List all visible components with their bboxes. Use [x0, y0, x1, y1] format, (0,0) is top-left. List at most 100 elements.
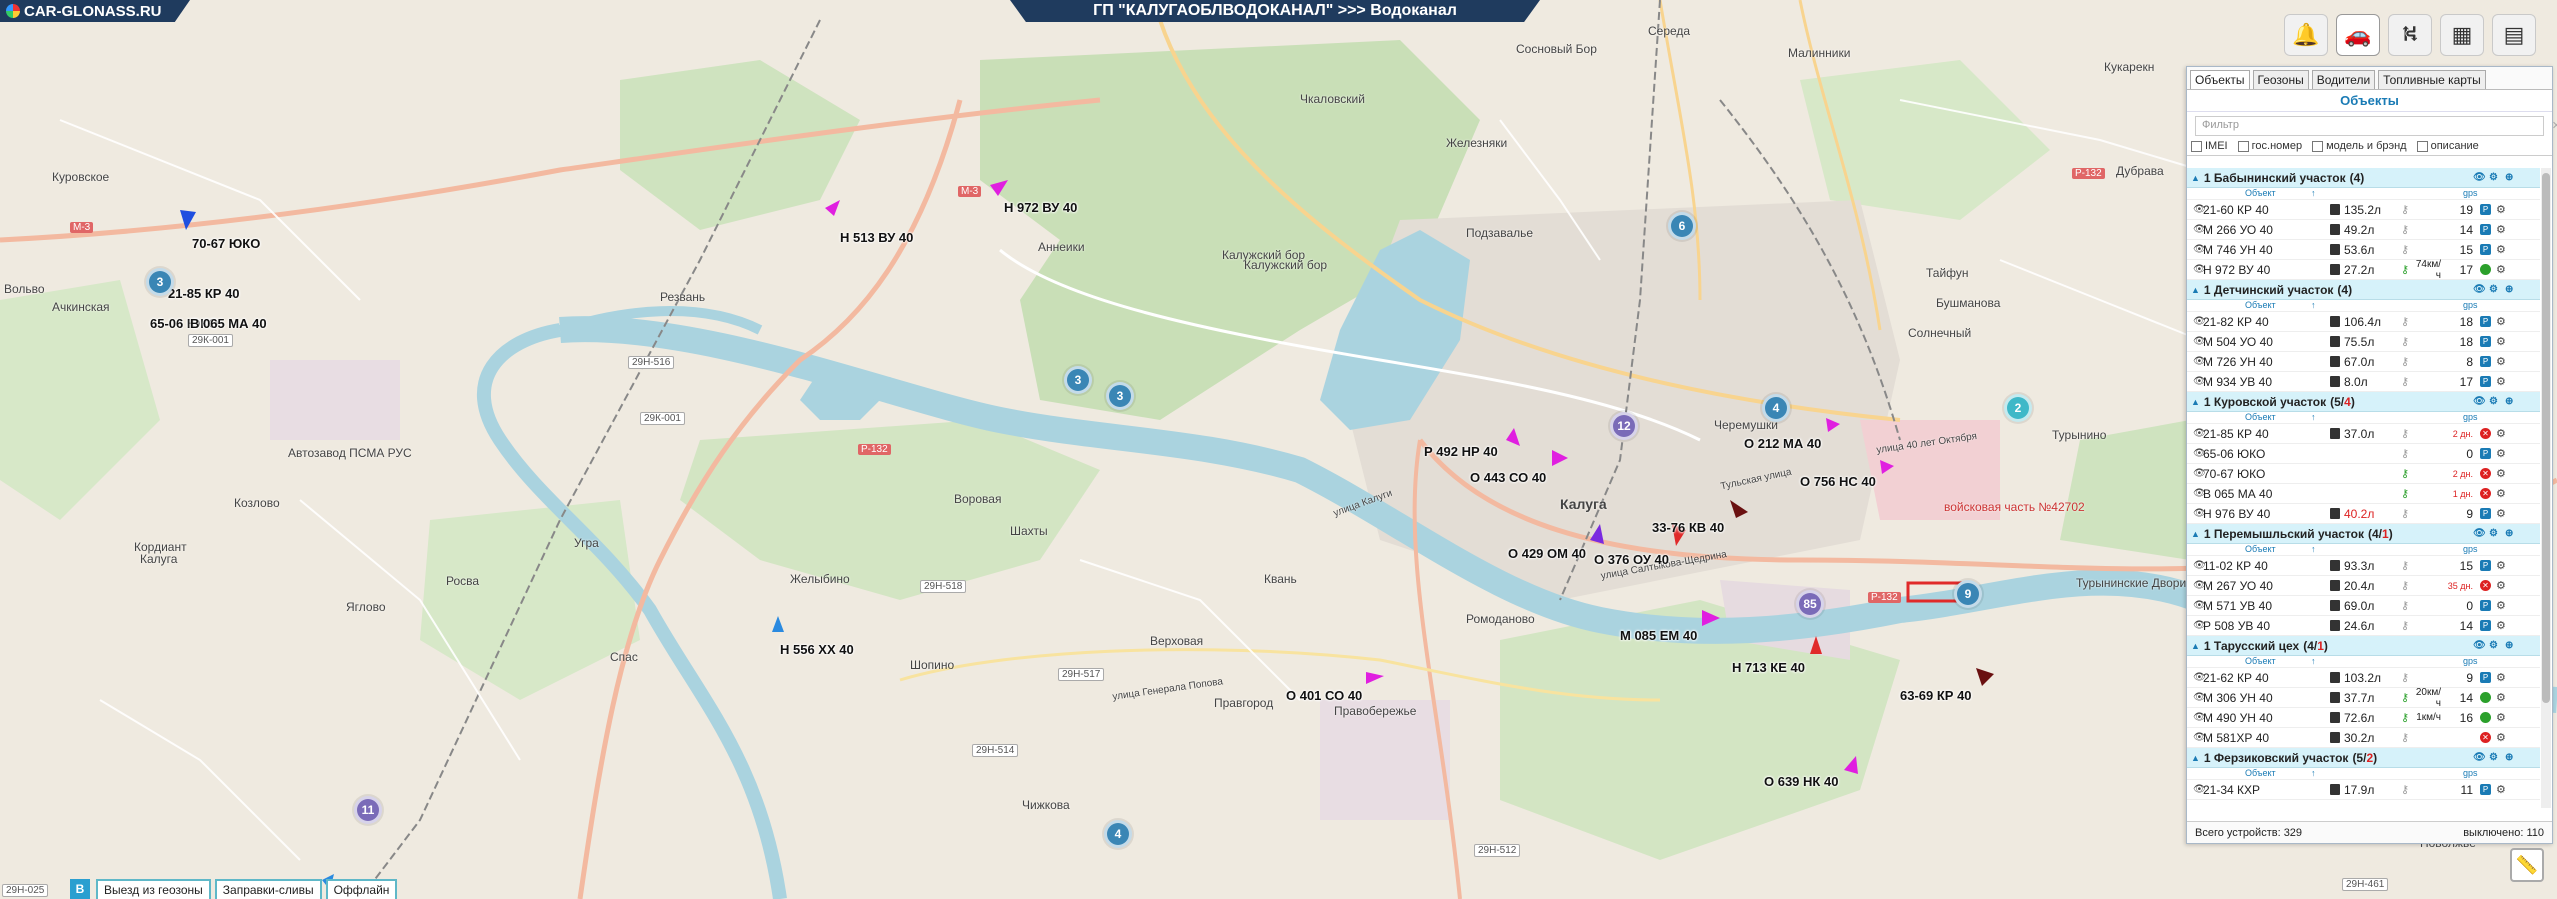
list-item[interactable]: 👁 М 266 УО 40 49.2л ⚷ 14 P ⚙	[2187, 220, 2540, 240]
gear-icon[interactable]: ⚙	[2496, 447, 2506, 460]
checkbox-box[interactable]	[2416, 140, 2428, 152]
list-item[interactable]: 👁 М 490 УН 40 72.6л ⚷ 1км/ч 16 ⚙	[2187, 708, 2540, 728]
vehicle-label[interactable]: В 065 МА 40	[190, 316, 267, 331]
vehicle-name[interactable]: М 571 УВ 40	[2203, 599, 2272, 613]
tab-offline[interactable]: Оффлайн	[325, 879, 398, 899]
vehicle-name[interactable]: М 504 УО 40	[2203, 335, 2273, 349]
list-item[interactable]: 👁 70-67 ЮКО ⚷ 2 дн. ✕ ⚙	[2187, 464, 2540, 484]
vehicle-label[interactable]: О 639 НК 40	[1764, 774, 1838, 789]
gear-icon[interactable]: ⚙	[2496, 315, 2506, 328]
gear-icon[interactable]: ⚙	[2496, 427, 2506, 440]
sort-icon[interactable]: ↑	[2311, 188, 2316, 198]
vehicle-cluster[interactable]: 11	[354, 796, 382, 824]
vehicle-name[interactable]: 65-06 ЮКО	[2203, 447, 2265, 461]
gear-icon[interactable]: ⚙	[2496, 203, 2506, 216]
gear-icon[interactable]: ⚙	[2496, 599, 2506, 612]
tab-objects[interactable]: Объекты	[2190, 70, 2250, 89]
checkbox-imei[interactable]: IMEI	[2191, 140, 2228, 152]
list-item[interactable]: 👁 М 581ХР 40 30.2л ⚷ ✕ ⚙	[2187, 728, 2540, 748]
gear-icon[interactable]: ⚙	[2489, 752, 2498, 763]
add-icon[interactable]: ⊕	[2505, 640, 2513, 651]
list-item[interactable]: 👁 11-02 КР 40 93.3л ⚷ 15 P ⚙	[2187, 556, 2540, 576]
collapse-icon[interactable]: ▲	[2191, 529, 2200, 539]
list-item[interactable]: 👁 М 746 УН 40 53.6л ⚷ 15 P ⚙	[2187, 240, 2540, 260]
vehicle-label[interactable]: Н 556 ХХ 40	[780, 642, 854, 657]
eye-icon[interactable]: 👁	[2473, 640, 2486, 651]
vehicle-name[interactable]: 21-62 КР 40	[2203, 671, 2269, 685]
scroll-thumb[interactable]	[2542, 173, 2550, 703]
add-icon[interactable]: ⊕	[2505, 752, 2513, 763]
add-icon[interactable]: ⊕	[2505, 284, 2513, 295]
vehicle-cluster[interactable]: 4	[1762, 394, 1790, 422]
group-header[interactable]: ▲ 1 Тарусский цех (4/1) 👁 ⚙ ⊕	[2187, 636, 2540, 656]
clear-icon[interactable]: ✕	[2552, 119, 2557, 132]
list-item[interactable]: 👁 М 571 УВ 40 69.0л ⚷ 0 P ⚙	[2187, 596, 2540, 616]
vehicle-name[interactable]: Н 976 ВУ 40	[2203, 507, 2270, 521]
add-icon[interactable]: ⊕	[2505, 172, 2513, 183]
gear-icon[interactable]: ⚙	[2496, 619, 2506, 632]
col-object[interactable]: Объект	[2245, 300, 2276, 310]
col-gps[interactable]: gps	[2463, 656, 2478, 666]
gear-icon[interactable]: ⚙	[2489, 172, 2498, 183]
list-item[interactable]: 👁 21-60 КР 40 135.2л ⚷ 19 P ⚙	[2187, 200, 2540, 220]
vehicle-name[interactable]: Н 972 ВУ 40	[2203, 263, 2270, 277]
group-header[interactable]: ▲ 1 Ферзиковский участок (5/2) 👁 ⚙ ⊕	[2187, 748, 2540, 768]
vehicle-label[interactable]: Р 492 НР 40	[1424, 444, 1498, 459]
vehicle-label[interactable]: О 443 СО 40	[1470, 470, 1546, 485]
group-header[interactable]: ▲ 1 Куровской участок (5/4) 👁 ⚙ ⊕	[2187, 392, 2540, 412]
collapse-icon[interactable]: ▲	[2191, 173, 2200, 183]
vehicle-cluster[interactable]: 2	[2004, 394, 2032, 422]
tab-geozones[interactable]: Геозоны	[2252, 70, 2309, 89]
list-item[interactable]: 👁 21-85 КР 40 37.0л ⚷ 2 дн. ✕ ⚙	[2187, 424, 2540, 444]
gear-icon[interactable]: ⚙	[2489, 284, 2498, 295]
vehicle-name[interactable]: М 934 УВ 40	[2203, 375, 2272, 389]
list-item[interactable]: 👁 М 267 УО 40 20.4л ⚷ 35 дн. ✕ ⚙	[2187, 576, 2540, 596]
vehicle-label[interactable]: О 756 НС 40	[1800, 474, 1876, 489]
vehicle-name[interactable]: М 581ХР 40	[2203, 731, 2269, 745]
calculator-button[interactable]: ▦	[2440, 14, 2484, 56]
tab-drivers[interactable]: Водители	[2311, 70, 2376, 89]
col-gps[interactable]: gps	[2463, 300, 2478, 310]
vehicle-name[interactable]: М 490 УН 40	[2203, 711, 2273, 725]
list-item[interactable]: 👁 М 726 УН 40 67.0л ⚷ 8 P ⚙	[2187, 352, 2540, 372]
sort-icon[interactable]: ↑	[2311, 300, 2316, 310]
map-canvas[interactable]: Калужский бор Калужский бор Резвань Куро…	[0, 0, 2557, 899]
vehicle-cluster[interactable]: 3	[1106, 382, 1134, 410]
vehicle-name[interactable]: Р 508 УВ 40	[2203, 619, 2270, 633]
vehicle-cluster[interactable]: 9	[1954, 580, 1982, 608]
vehicle-cluster[interactable]: 4	[1104, 820, 1132, 848]
bottom-badge[interactable]: B	[70, 879, 90, 899]
vehicle-cluster[interactable]: 3	[1064, 366, 1092, 394]
checkbox-description[interactable]: описание	[2416, 140, 2479, 152]
list-item[interactable]: 👁 Н 972 ВУ 40 27.2л ⚷ 74км/ч 17 ⚙	[2187, 259, 2540, 281]
vehicle-name[interactable]: М 746 УН 40	[2203, 243, 2273, 257]
vehicle-label[interactable]: М 085 ЕМ 40	[1620, 628, 1697, 643]
vehicle-name[interactable]: М 306 УН 40	[2203, 691, 2273, 705]
gear-icon[interactable]: ⚙	[2496, 335, 2506, 348]
col-object[interactable]: Объект	[2245, 768, 2276, 778]
gear-icon[interactable]: ⚙	[2496, 375, 2506, 388]
col-object[interactable]: Объект	[2245, 188, 2276, 198]
vehicle-name[interactable]: 21-82 КР 40	[2203, 315, 2269, 329]
add-icon[interactable]: ⊕	[2505, 528, 2513, 539]
group-header[interactable]: ▲ 1 Бабынинский участок (4) 👁 ⚙ ⊕	[2187, 168, 2540, 188]
reports-button[interactable]: ▤	[2492, 14, 2536, 56]
routes-button[interactable]: ⛕	[2388, 14, 2432, 56]
vehicle-label[interactable]: О 376 ОУ 40	[1594, 552, 1669, 567]
list-item[interactable]: 👁 Р 508 УВ 40 24.6л ⚷ 14 P ⚙	[2187, 616, 2540, 636]
gear-icon[interactable]: ⚙	[2496, 467, 2506, 480]
checkbox-box[interactable]	[2237, 140, 2249, 152]
group-header[interactable]: ▲ 1 Перемышльский участок (4/1) 👁 ⚙ ⊕	[2187, 524, 2540, 544]
list-item[interactable]: 👁 21-62 КР 40 103.2л ⚷ 9 P ⚙	[2187, 668, 2540, 688]
vehicle-cluster[interactable]: 6	[1668, 212, 1696, 240]
vehicle-label[interactable]: 33-76 КВ 40	[1652, 520, 1724, 535]
sort-icon[interactable]: ↑	[2311, 656, 2316, 666]
gear-icon[interactable]: ⚙	[2496, 711, 2506, 724]
group-header[interactable]: ▲ 1 Детчинский участок (4) 👁 ⚙ ⊕	[2187, 280, 2540, 300]
gear-icon[interactable]: ⚙	[2496, 487, 2506, 500]
gear-icon[interactable]: ⚙	[2496, 731, 2506, 744]
list-item[interactable]: 👁 65-06 ЮКО ⚷ 0 P ⚙	[2187, 444, 2540, 464]
gear-icon[interactable]: ⚙	[2496, 355, 2506, 368]
collapse-icon[interactable]: ▲	[2191, 397, 2200, 407]
collapse-icon[interactable]: ▲	[2191, 285, 2200, 295]
